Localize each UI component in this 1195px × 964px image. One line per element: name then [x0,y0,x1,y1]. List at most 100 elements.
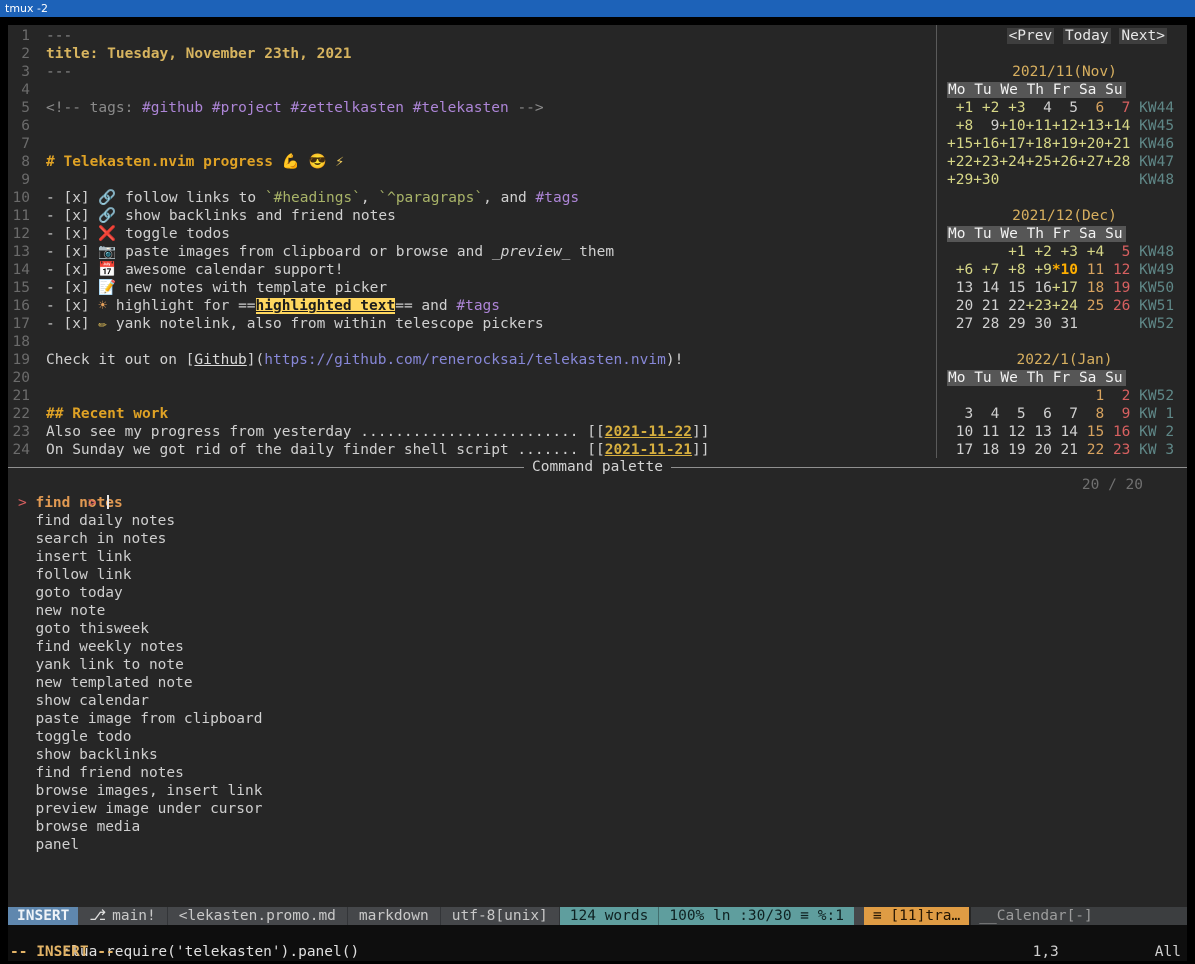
calendar-day-cell[interactable]: 16 [1104,424,1130,440]
calendar-day-cell[interactable]: 6 [1026,406,1052,422]
palette-item[interactable]: new note [8,602,1187,620]
calendar-day-cell[interactable]: +26 [1052,154,1078,170]
calendar-day-cell[interactable]: +25 [1026,154,1052,170]
calendar-day-cell[interactable]: 25 [1078,298,1104,314]
calendar-day-cell[interactable]: 9 [1104,406,1130,422]
calendar-day-cell[interactable]: 9 [973,118,999,134]
calendar-day-cell[interactable]: 12 [999,424,1025,440]
calendar-day-cell[interactable]: 15 [1078,424,1104,440]
calendar-day-cell[interactable]: +30 [973,172,999,188]
calendar-day-cell[interactable]: 21 [1052,442,1078,458]
calendar-day-cell[interactable]: +10 [999,118,1025,134]
calendar-day-cell[interactable]: +14 [1104,118,1130,134]
calendar-day-cell[interactable]: 8 [1078,406,1104,422]
palette-item[interactable]: toggle todo [8,728,1187,746]
tag-telekasten[interactable]: #telekasten [413,100,509,116]
calendar-day-cell[interactable]: +1 [999,244,1025,260]
calendar-day-cell[interactable]: 11 [1078,262,1104,278]
calendar-day-cell[interactable]: +17 [999,136,1025,152]
calendar-day-cell[interactable]: +29 [947,172,973,188]
calendar-day-cell[interactable]: 27 [947,316,973,332]
calendar-day-cell[interactable]: 15 [999,280,1025,296]
calendar-day-cell[interactable]: +2 [1026,244,1052,260]
calendar-day-cell[interactable]: +18 [1026,136,1052,152]
calendar-day-cell[interactable]: +4 [1078,244,1104,260]
tag-github[interactable]: #github [142,100,203,116]
prev-button[interactable]: <Prev [1007,28,1055,44]
calendar-day-cell[interactable]: 13 [1026,424,1052,440]
wikilink-2021-11-21[interactable]: 2021-11-21 [605,442,692,458]
calendar-day-cell[interactable]: +11 [1026,118,1052,134]
tag-tags[interactable]: #tags [536,190,580,206]
calendar-day-cell[interactable]: 20 [947,298,973,314]
palette-item[interactable]: follow link [8,566,1187,584]
calendar-day-cell[interactable]: 26 [1104,298,1130,314]
calendar-day-cell[interactable]: 28 [973,316,999,332]
calendar-day-cell[interactable]: +1 [947,100,973,116]
tag-project[interactable]: #project [212,100,282,116]
calendar-day-cell[interactable]: +22 [947,154,973,170]
calendar-day-cell[interactable]: 20 [1026,442,1052,458]
tag-tags[interactable]: #tags [456,298,500,314]
calendar-day-cell[interactable]: 5 [1052,100,1078,116]
calendar-day-cell[interactable]: 29 [999,316,1025,332]
calendar-day-cell[interactable]: 12 [1104,262,1130,278]
calendar-day-cell[interactable]: +15 [947,136,973,152]
calendar-day-cell[interactable]: 2 [1104,388,1130,404]
calendar-day-cell[interactable]: 18 [973,442,999,458]
palette-item[interactable]: browse media [8,818,1187,836]
calendar-day-cell[interactable]: +3 [999,100,1025,116]
calendar-day-cell[interactable]: 4 [1026,100,1052,116]
palette-item[interactable]: browse images, insert link [8,782,1187,800]
calendar-day-cell[interactable]: 23 [1104,442,1130,458]
calendar-day-cell[interactable]: 6 [1078,100,1104,116]
palette-item[interactable]: goto today [8,584,1187,602]
tag-zettelkasten[interactable]: #zettelkasten [290,100,404,116]
next-button[interactable]: Next> [1119,28,1167,44]
calendar-day-cell[interactable]: 1 [1078,388,1104,404]
calendar-day-cell[interactable]: 18 [1078,280,1104,296]
palette-item[interactable]: yank link to note [8,656,1187,674]
calendar-day-cell[interactable]: 31 [1052,316,1078,332]
palette-item[interactable]: paste image from clipboard [8,710,1187,728]
calendar-day-cell[interactable]: +16 [973,136,999,152]
palette-prompt[interactable]: > 20 / 20 [8,476,1187,494]
calendar-day-cell[interactable]: +23 [1026,298,1052,314]
palette-item[interactable]: show calendar [8,692,1187,710]
calendar-day-cell[interactable]: 30 [1026,316,1052,332]
calendar-day-cell[interactable]: 22 [999,298,1025,314]
calendar-day-cell[interactable]: 13 [947,280,973,296]
calendar-day-cell[interactable]: 7 [1104,100,1130,116]
palette-item[interactable]: goto thisweek [8,620,1187,638]
wikilink-2021-11-22[interactable]: 2021-11-22 [605,424,692,440]
calendar-day-cell[interactable]: 7 [1052,406,1078,422]
calendar-day-cell[interactable]: +2 [973,100,999,116]
calendar-day-cell[interactable]: +8 [947,118,973,134]
calendar-day-cell[interactable]: +21 [1104,136,1130,152]
calendar-day-cell[interactable]: 4 [973,406,999,422]
calendar-day-cell[interactable]: +3 [1052,244,1078,260]
calendar-day-cell[interactable]: 17 [947,442,973,458]
calendar-day-cell[interactable]: +17 [1052,280,1078,296]
palette-item[interactable]: show backlinks [8,746,1187,764]
github-url[interactable]: https://github.com/renerocksai/telekaste… [264,352,666,368]
palette-item[interactable]: insert link [8,548,1187,566]
palette-item[interactable]: find friend notes [8,764,1187,782]
calendar-day-cell[interactable]: +28 [1104,154,1130,170]
today-button[interactable]: Today [1063,28,1111,44]
calendar-day-cell[interactable]: 10 [947,424,973,440]
calendar-day-cell[interactable]: +8 [999,262,1025,278]
palette-item[interactable]: new templated note [8,674,1187,692]
editor-pane[interactable]: 1---2title: Tuesday, November 23th, 2021… [8,25,936,458]
palette-item[interactable]: panel [8,836,1187,854]
calendar-day-cell[interactable]: 21 [973,298,999,314]
palette-item[interactable]: preview image under cursor [8,800,1187,818]
calendar-day-cell[interactable]: +23 [973,154,999,170]
calendar-day-cell[interactable]: +13 [1078,118,1104,134]
calendar-day-cell[interactable]: 22 [1078,442,1104,458]
calendar-day-cell[interactable]: 14 [1052,424,1078,440]
calendar-day-cell[interactable]: +24 [1052,298,1078,314]
calendar-day-cell[interactable]: +6 [947,262,973,278]
calendar-day-cell[interactable]: 19 [999,442,1025,458]
calendar-day-cell[interactable]: 5 [1104,244,1130,260]
